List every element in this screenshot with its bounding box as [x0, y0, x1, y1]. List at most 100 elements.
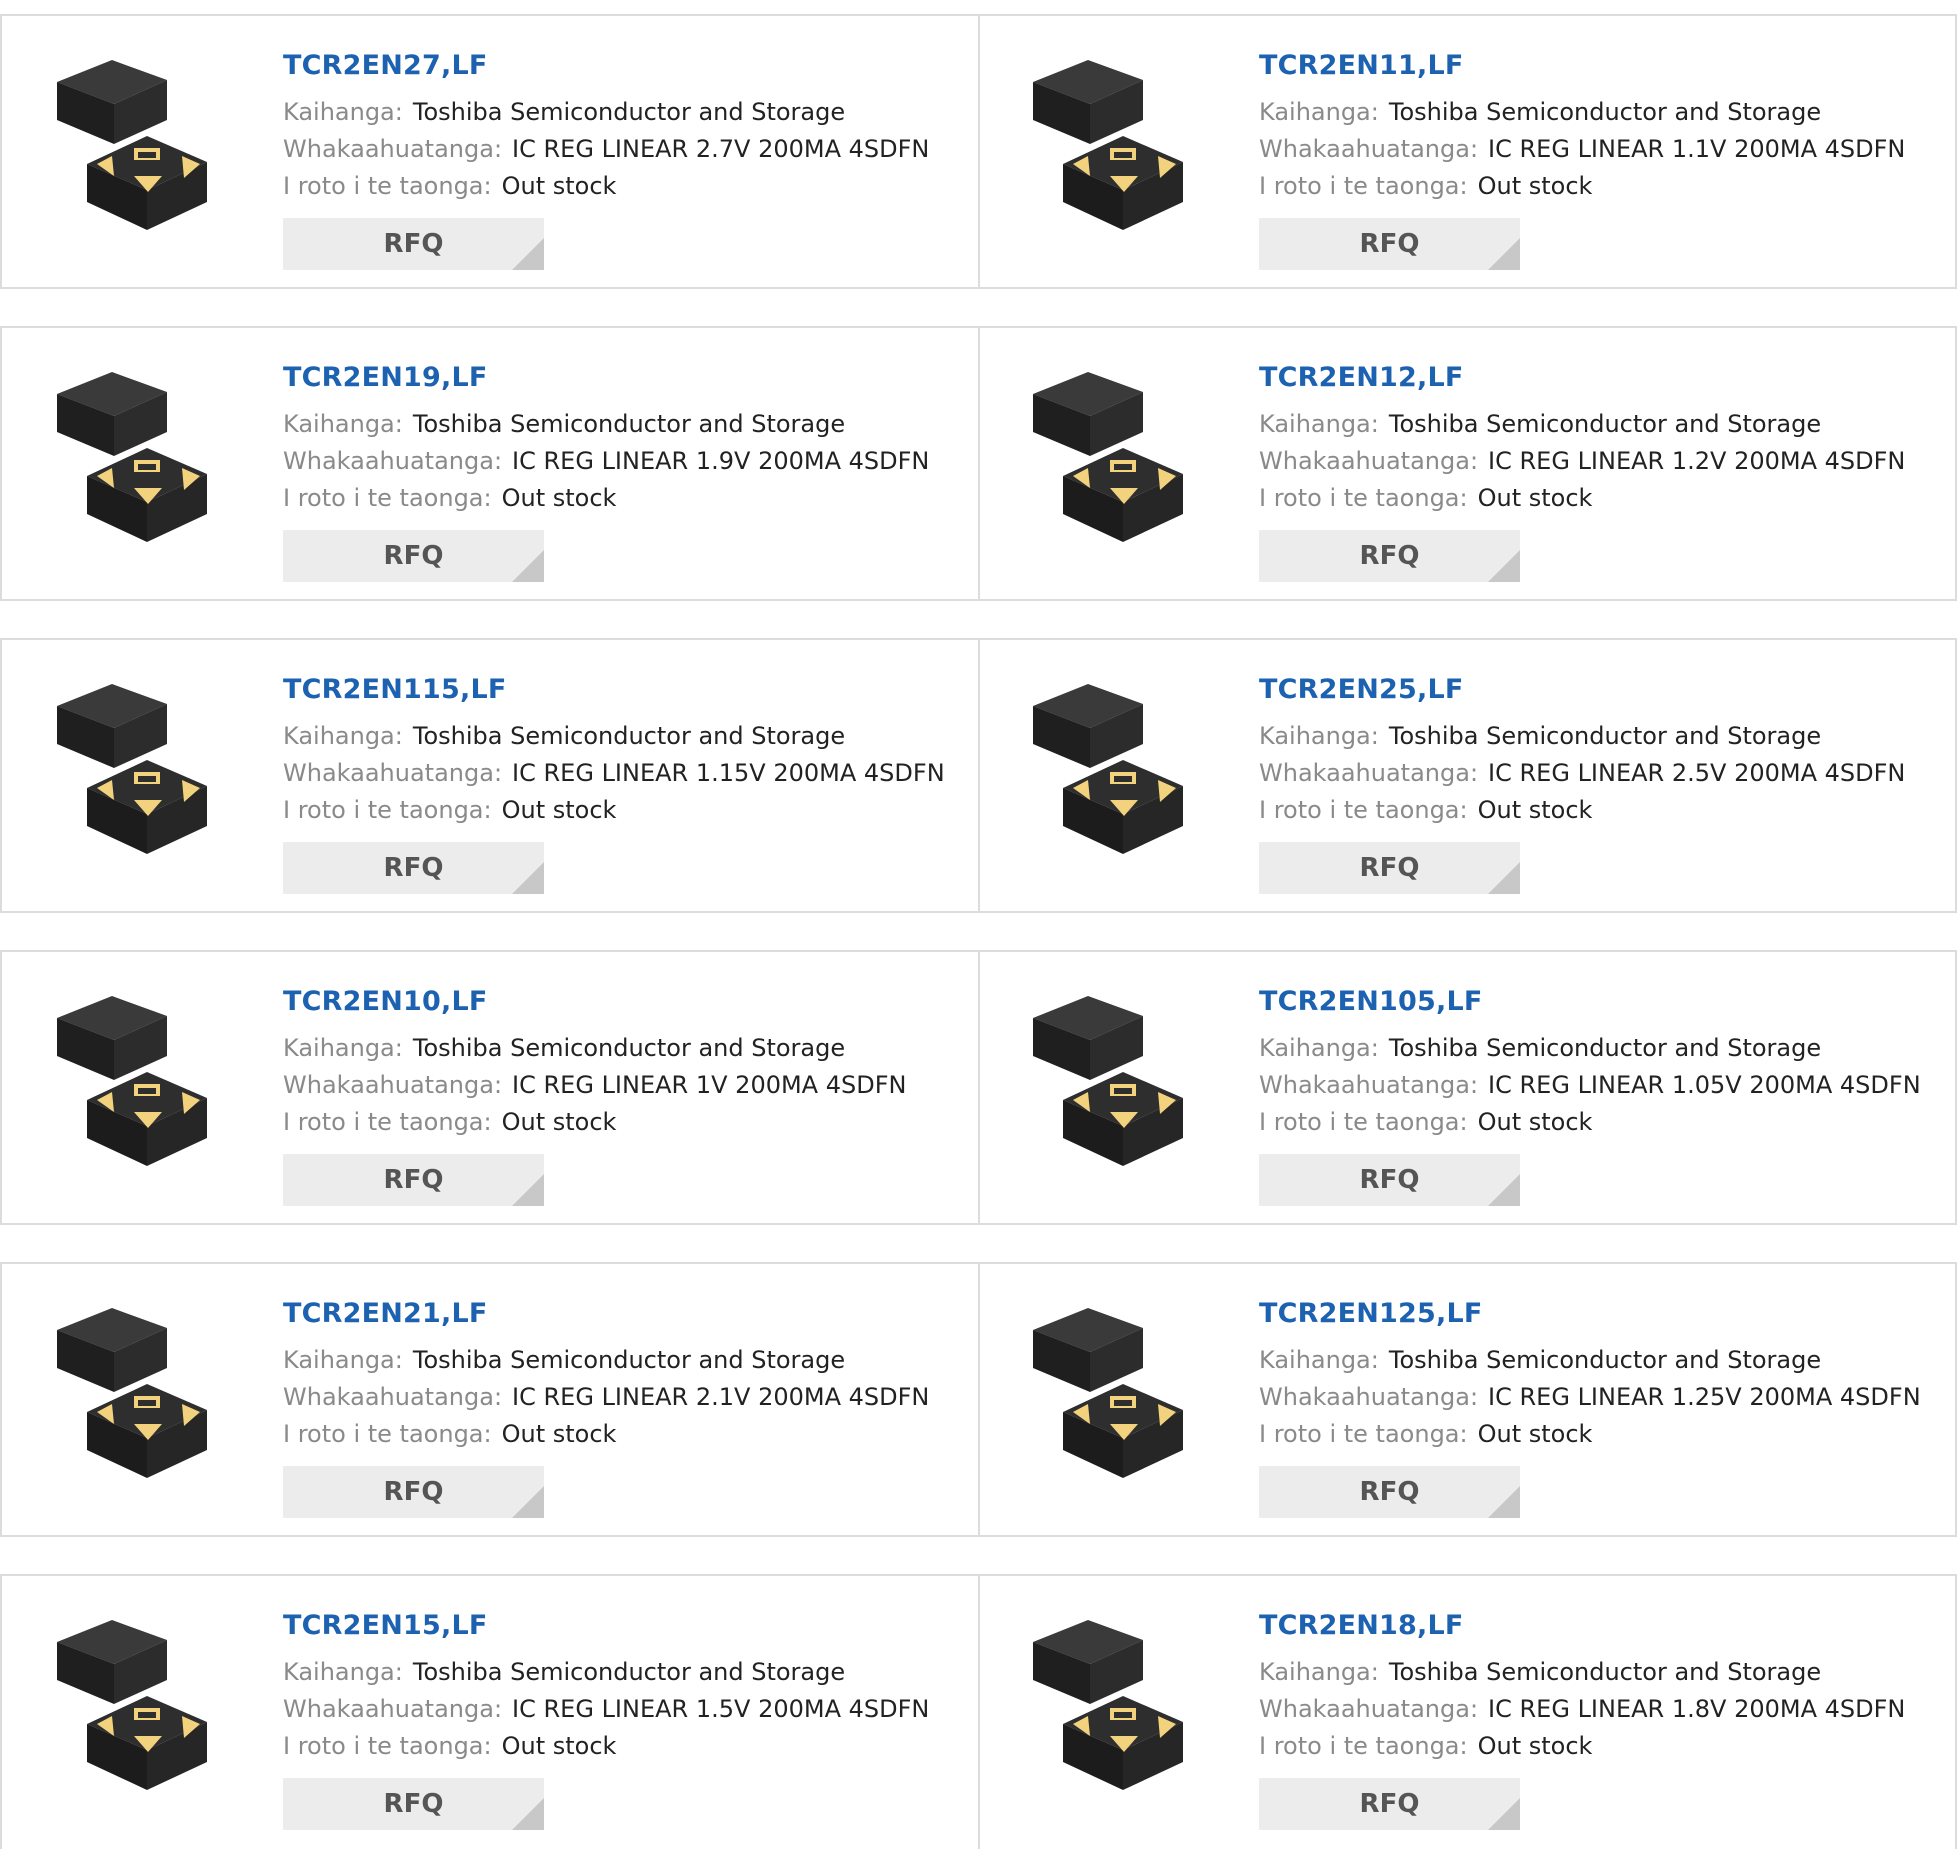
part-number-link[interactable]: TCR2EN18,LF	[1259, 1606, 1945, 1646]
stock-value: Out stock	[1477, 172, 1593, 200]
4sdfn-package-icon	[1033, 60, 1183, 230]
manufacturer-value: Toshiba Semiconductor and Storage	[412, 98, 846, 126]
corner-triangle-icon	[1488, 1798, 1520, 1830]
manufacturer-row: Kaihanga: Toshiba Semiconductor and Stora…	[1259, 1342, 1945, 1379]
product-card: TCR2EN25,LF Kaihanga: Toshiba Semiconduct…	[978, 640, 1957, 911]
description-value: IC REG LINEAR 1.1V 200MA 4SDFN	[1488, 135, 1906, 163]
part-number-link[interactable]: TCR2EN115,LF	[283, 670, 968, 710]
product-image[interactable]	[1018, 1612, 1218, 1812]
stock-value: Out stock	[501, 484, 617, 512]
product-row: TCR2EN15,LF Kaihanga: Toshiba Semiconduct…	[0, 1574, 1957, 1849]
corner-triangle-icon	[512, 862, 544, 894]
product-image[interactable]	[42, 52, 242, 252]
rfq-label: RFQ	[383, 1789, 444, 1819]
stock-row: I roto i te taonga: Out stock	[1259, 168, 1945, 205]
part-number-link[interactable]: TCR2EN25,LF	[1259, 670, 1945, 710]
rfq-button[interactable]: RFQ	[283, 218, 544, 270]
corner-triangle-icon	[1488, 862, 1520, 894]
rfq-label: RFQ	[1359, 1789, 1420, 1819]
4sdfn-package-icon	[57, 1308, 207, 1478]
manufacturer-row: Kaihanga: Toshiba Semiconductor and Stora…	[283, 1030, 968, 1067]
manufacturer-value: Toshiba Semiconductor and Storage	[412, 1658, 846, 1686]
product-info: TCR2EN125,LF Kaihanga: Toshiba Semiconduc…	[1259, 1294, 1945, 1518]
manufacturer-label: Kaihanga:	[283, 1034, 403, 1062]
rfq-button[interactable]: RFQ	[1259, 1466, 1520, 1518]
stock-label: I roto i te taonga:	[1259, 172, 1468, 200]
stock-value: Out stock	[1477, 1420, 1593, 1448]
product-image[interactable]	[1018, 52, 1218, 252]
description-row: Whakaahuatanga: IC REG LINEAR 2.5V 200MA …	[1259, 755, 1945, 792]
product-row: TCR2EN10,LF Kaihanga: Toshiba Semiconduct…	[0, 950, 1957, 1225]
manufacturer-row: Kaihanga: Toshiba Semiconductor and Stora…	[1259, 406, 1945, 443]
part-number-link[interactable]: TCR2EN12,LF	[1259, 358, 1945, 398]
manufacturer-label: Kaihanga:	[283, 410, 403, 438]
rfq-label: RFQ	[1359, 1165, 1420, 1195]
stock-value: Out stock	[1477, 796, 1593, 824]
manufacturer-row: Kaihanga: Toshiba Semiconductor and Stora…	[283, 718, 968, 755]
stock-label: I roto i te taonga:	[1259, 1420, 1468, 1448]
4sdfn-package-icon	[1033, 1620, 1183, 1790]
manufacturer-value: Toshiba Semiconductor and Storage	[412, 1034, 846, 1062]
product-info: TCR2EN15,LF Kaihanga: Toshiba Semiconduct…	[283, 1606, 968, 1830]
product-card: TCR2EN18,LF Kaihanga: Toshiba Semiconduct…	[978, 1576, 1957, 1849]
rfq-button[interactable]: RFQ	[1259, 842, 1520, 894]
product-info: TCR2EN10,LF Kaihanga: Toshiba Semiconduct…	[283, 982, 968, 1206]
product-image[interactable]	[1018, 676, 1218, 876]
manufacturer-value: Toshiba Semiconductor and Storage	[1388, 1346, 1822, 1374]
description-label: Whakaahuatanga:	[1259, 135, 1479, 163]
manufacturer-row: Kaihanga: Toshiba Semiconductor and Stora…	[283, 1654, 968, 1691]
rfq-button[interactable]: RFQ	[283, 842, 544, 894]
stock-label: I roto i te taonga:	[283, 796, 492, 824]
corner-triangle-icon	[512, 550, 544, 582]
description-row: Whakaahuatanga: IC REG LINEAR 1.8V 200MA …	[1259, 1691, 1945, 1728]
product-info: TCR2EN27,LF Kaihanga: Toshiba Semiconduct…	[283, 46, 968, 270]
part-number-link[interactable]: TCR2EN11,LF	[1259, 46, 1945, 86]
manufacturer-row: Kaihanga: Toshiba Semiconductor and Stora…	[283, 94, 968, 131]
rfq-button[interactable]: RFQ	[1259, 218, 1520, 270]
product-info: TCR2EN115,LF Kaihanga: Toshiba Semiconduc…	[283, 670, 968, 894]
product-image[interactable]	[1018, 1300, 1218, 1500]
part-number-link[interactable]: TCR2EN21,LF	[283, 1294, 968, 1334]
manufacturer-value: Toshiba Semiconductor and Storage	[412, 410, 846, 438]
rfq-button[interactable]: RFQ	[283, 1466, 544, 1518]
stock-row: I roto i te taonga: Out stock	[1259, 792, 1945, 829]
corner-triangle-icon	[512, 238, 544, 270]
manufacturer-row: Kaihanga: Toshiba Semiconductor and Stora…	[1259, 1654, 1945, 1691]
product-image[interactable]	[1018, 988, 1218, 1188]
product-image[interactable]	[42, 676, 242, 876]
rfq-button[interactable]: RFQ	[1259, 530, 1520, 582]
manufacturer-row: Kaihanga: Toshiba Semiconductor and Stora…	[1259, 1030, 1945, 1067]
rfq-button[interactable]: RFQ	[1259, 1778, 1520, 1830]
product-image[interactable]	[42, 988, 242, 1188]
description-label: Whakaahuatanga:	[1259, 1695, 1479, 1723]
description-value: IC REG LINEAR 1.25V 200MA 4SDFN	[1488, 1383, 1921, 1411]
rfq-button[interactable]: RFQ	[283, 530, 544, 582]
description-row: Whakaahuatanga: IC REG LINEAR 1.5V 200MA …	[283, 1691, 968, 1728]
description-value: IC REG LINEAR 1.05V 200MA 4SDFN	[1488, 1071, 1921, 1099]
part-number-link[interactable]: TCR2EN105,LF	[1259, 982, 1945, 1022]
stock-row: I roto i te taonga: Out stock	[1259, 1728, 1945, 1765]
rfq-button[interactable]: RFQ	[283, 1778, 544, 1830]
product-card: TCR2EN105,LF Kaihanga: Toshiba Semiconduc…	[978, 952, 1957, 1223]
product-info: TCR2EN12,LF Kaihanga: Toshiba Semiconduct…	[1259, 358, 1945, 582]
product-image[interactable]	[42, 364, 242, 564]
product-image[interactable]	[1018, 364, 1218, 564]
rfq-button[interactable]: RFQ	[283, 1154, 544, 1206]
product-image[interactable]	[42, 1300, 242, 1500]
rfq-button[interactable]: RFQ	[1259, 1154, 1520, 1206]
description-row: Whakaahuatanga: IC REG LINEAR 1.25V 200MA…	[1259, 1379, 1945, 1416]
description-value: IC REG LINEAR 1.15V 200MA 4SDFN	[512, 759, 945, 787]
product-image[interactable]	[42, 1612, 242, 1812]
stock-row: I roto i te taonga: Out stock	[1259, 480, 1945, 517]
product-card: TCR2EN12,LF Kaihanga: Toshiba Semiconduct…	[978, 328, 1957, 599]
description-label: Whakaahuatanga:	[283, 447, 503, 475]
part-number-link[interactable]: TCR2EN125,LF	[1259, 1294, 1945, 1334]
rfq-label: RFQ	[383, 1477, 444, 1507]
part-number-link[interactable]: TCR2EN15,LF	[283, 1606, 968, 1646]
part-number-link[interactable]: TCR2EN10,LF	[283, 982, 968, 1022]
part-number-link[interactable]: TCR2EN19,LF	[283, 358, 968, 398]
product-info: TCR2EN19,LF Kaihanga: Toshiba Semiconduct…	[283, 358, 968, 582]
part-number-link[interactable]: TCR2EN27,LF	[283, 46, 968, 86]
rfq-label: RFQ	[1359, 1477, 1420, 1507]
description-label: Whakaahuatanga:	[1259, 1383, 1479, 1411]
